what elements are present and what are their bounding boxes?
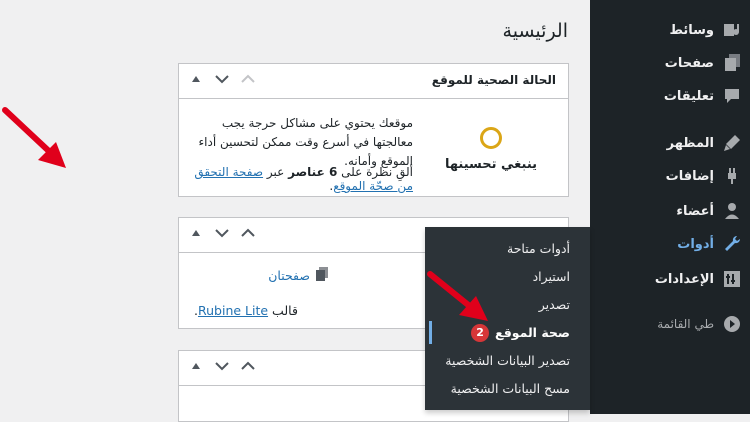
annotation-arrow-health-link	[2, 107, 66, 168]
collapse-icon	[722, 314, 742, 334]
appearance-icon	[722, 133, 742, 153]
items-count: 6 عناصر	[288, 165, 338, 179]
sidebar-item-label: أدوات	[677, 236, 714, 252]
sidebar-item-label: أعضاء	[676, 203, 714, 219]
chevron-up-icon[interactable]	[241, 72, 255, 86]
settings-icon	[722, 269, 742, 289]
sidebar-item-label: وسائط	[669, 22, 714, 38]
move-up-icon[interactable]	[189, 72, 203, 86]
collapse-menu-button[interactable]: طي القائمة	[590, 309, 750, 339]
link-prefix: ألقِ نظرة على	[341, 165, 413, 179]
sidebar-item-label: المظهر	[666, 135, 714, 151]
sidebar-item-label: طي القائمة	[657, 317, 714, 331]
annotation-arrow-site-health-menu	[427, 271, 488, 321]
status-circle-icon	[480, 127, 502, 149]
chevron-down-icon[interactable]	[215, 226, 229, 240]
glance-pages-link[interactable]: صفحتان	[268, 267, 328, 284]
submenu-item-label: تصدير البيانات الشخصية	[445, 353, 570, 368]
media-icon	[722, 20, 742, 40]
widget-controls	[189, 359, 255, 373]
health-status-text: ينبغي تحسينها	[444, 157, 538, 172]
sidebar-item-users[interactable]: أعضاء	[590, 196, 750, 226]
pages-icon	[722, 53, 742, 73]
widget-title: الحالة الصحية للموقع	[431, 73, 556, 87]
widget-controls	[189, 226, 255, 240]
sidebar-item-plugins[interactable]: إضافات	[590, 161, 750, 191]
link-mid: عبر	[266, 165, 285, 179]
theme-link[interactable]: Rubine Lite	[198, 303, 268, 318]
move-up-icon[interactable]	[189, 226, 203, 240]
page-title: الرئيسية	[502, 20, 568, 42]
sidebar-item-label: تعليقات	[663, 88, 714, 104]
sidebar-item-settings[interactable]: الإعدادات	[590, 264, 750, 294]
submenu-item-available-tools[interactable]: أدوات متاحة	[425, 235, 590, 262]
sidebar-item-tools[interactable]: أدوات	[581, 229, 750, 259]
sidebar-item-media[interactable]: وسائط	[590, 15, 750, 45]
sidebar-item-label: صفحات	[664, 55, 714, 71]
chevron-up-icon[interactable]	[241, 226, 255, 240]
sidebar-item-pages[interactable]: صفحات	[590, 48, 750, 78]
chevron-down-icon[interactable]	[215, 359, 229, 373]
submenu-item-label: أدوات متاحة	[507, 241, 570, 256]
submenu-item-export-personal-data[interactable]: تصدير البيانات الشخصية	[425, 347, 590, 374]
submenu-item-label: صحة الموقع	[495, 325, 570, 340]
submenu-item-erase-personal-data[interactable]: مسح البيانات الشخصية	[425, 375, 590, 402]
widget-header: الحالة الصحية للموقع	[179, 64, 568, 99]
sidebar-item-appearance[interactable]: المظهر	[590, 128, 750, 158]
chevron-up-icon[interactable]	[241, 359, 255, 373]
tools-icon	[722, 234, 742, 254]
site-health-widget: الحالة الصحية للموقع ينبغي تحسينها موقعك…	[178, 63, 569, 197]
sidebar-item-label: الإعدادات	[654, 271, 714, 287]
health-description: موقعك يحتوي على مشاكل حرجة يجب معالجتها …	[198, 116, 413, 168]
submenu-item-label: مسح البيانات الشخصية	[450, 381, 570, 396]
submenu-item-label: تصدير	[538, 297, 570, 312]
theme-line: قالب Rubine Lite.	[194, 303, 298, 318]
widget-controls	[189, 72, 255, 86]
health-status: ينبغي تحسينها	[426, 127, 556, 172]
comments-icon	[722, 86, 742, 106]
pages-icon	[316, 267, 328, 284]
move-up-icon[interactable]	[189, 359, 203, 373]
sidebar-item-label: إضافات	[665, 168, 714, 184]
sidebar-item-comments[interactable]: تعليقات	[590, 81, 750, 111]
users-icon	[722, 201, 742, 221]
pages-count-label: صفحتان	[268, 268, 310, 283]
theme-prefix: قالب	[272, 303, 298, 318]
health-items-line: ألقِ نظرة على 6 عناصر عبر صفحة التحقق من…	[188, 165, 413, 193]
plugins-icon	[722, 166, 742, 186]
submenu-item-label: استيراد	[532, 269, 570, 284]
admin-sidebar: وسائط صفحات تعليقات المظهر إضافات أعضاء	[581, 0, 750, 414]
chevron-down-icon[interactable]	[215, 72, 229, 86]
